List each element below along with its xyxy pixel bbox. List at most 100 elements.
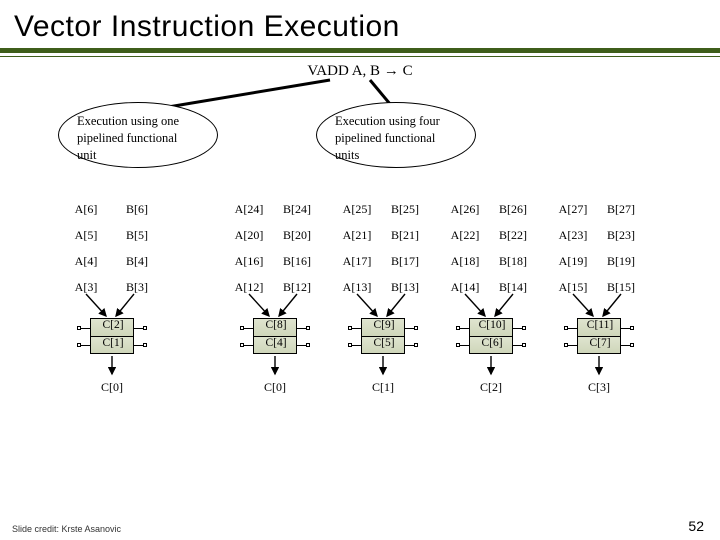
a-cell: A[14] (441, 280, 489, 295)
left-out-label: C[0] (84, 380, 140, 395)
r2-out-arrow (463, 356, 519, 380)
a-cell: A[6] (62, 202, 110, 217)
r2-row0: A[26]B[26] (441, 202, 537, 217)
pipe-stage: C[5] (361, 336, 405, 354)
r1-row1: A[21]B[21] (333, 228, 429, 243)
a-cell: A[24] (225, 202, 273, 217)
b-cell: B[20] (273, 228, 321, 243)
pipeline-3: C[11] C[7] (571, 318, 627, 354)
pipe-stage: C[4] (253, 336, 297, 354)
a-cell: A[18] (441, 254, 489, 269)
r0-row3: A[12]B[12] (225, 280, 321, 295)
b-cell: B[16] (273, 254, 321, 269)
b-cell: B[4] (113, 254, 161, 269)
r3-in-arrows (549, 294, 659, 320)
pipeline-single: C[2] C[1] (84, 318, 140, 354)
slide-title: Vector Instruction Execution (0, 0, 720, 48)
pipe-stage: C[2] (90, 318, 134, 336)
stage-label: C[2] (91, 319, 135, 331)
b-cell: B[22] (489, 228, 537, 243)
page-number: 52 (688, 518, 704, 534)
b-cell: B[13] (381, 280, 429, 295)
b-cell: B[6] (113, 202, 161, 217)
a-cell: A[20] (225, 228, 273, 243)
a-cell: A[22] (441, 228, 489, 243)
a-cell: A[3] (62, 280, 110, 295)
r2-in-arrows (441, 294, 551, 320)
r2-out: C[2] (463, 380, 519, 395)
a-cell: A[27] (549, 202, 597, 217)
stage-label: C[6] (470, 337, 514, 349)
r0-out: C[0] (247, 380, 303, 395)
pipeline-1: C[9] C[5] (355, 318, 411, 354)
b-cell: B[17] (381, 254, 429, 269)
pipe-stage: C[10] (469, 318, 513, 336)
rule-thick (0, 48, 720, 53)
r2-row1: A[22]B[22] (441, 228, 537, 243)
r2-row3: A[14]B[14] (441, 280, 537, 295)
bubble-four-pipe: Execution using four pipelined functiona… (316, 102, 476, 168)
r1-row0: A[25]B[25] (333, 202, 429, 217)
rule-thin (0, 56, 720, 57)
b-cell: B[21] (381, 228, 429, 243)
b-cell: B[15] (597, 280, 645, 295)
r1-out-arrow (355, 356, 411, 380)
a-cell: A[26] (441, 202, 489, 217)
b-cell: B[3] (113, 280, 161, 295)
r0-row1: A[20]B[20] (225, 228, 321, 243)
r3-row3: A[15]B[15] (549, 280, 645, 295)
r3-row1: A[23]B[23] (549, 228, 645, 243)
r3-out-arrow (571, 356, 627, 380)
pipe-stage: C[1] (90, 336, 134, 354)
a-cell: A[21] (333, 228, 381, 243)
r0-in-arrows (225, 294, 335, 320)
r0-row2: A[16]B[16] (225, 254, 321, 269)
stage-label: C[7] (578, 337, 622, 349)
left-out-arrow (84, 356, 140, 380)
slide-credit: Slide credit: Krste Asanovic (12, 524, 121, 534)
pipe-stage: C[8] (253, 318, 297, 336)
r3-out: C[3] (571, 380, 627, 395)
stage-label: C[11] (578, 319, 622, 331)
b-cell: B[14] (489, 280, 537, 295)
stage-label: C[8] (254, 319, 298, 331)
left-row-0: A[6] B[6] (62, 202, 161, 217)
r0-out-arrow (247, 356, 303, 380)
r3-row0: A[27]B[27] (549, 202, 645, 217)
a-cell: A[12] (225, 280, 273, 295)
pipe-stage: C[9] (361, 318, 405, 336)
stage-label: C[9] (362, 319, 406, 331)
r1-out: C[1] (355, 380, 411, 395)
pipe-stage: C[11] (577, 318, 621, 336)
b-cell: B[26] (489, 202, 537, 217)
a-cell: A[5] (62, 228, 110, 243)
r0-row0: A[24]B[24] (225, 202, 321, 217)
stage-label: C[10] (470, 319, 514, 331)
left-row-3: A[3] B[3] (62, 280, 161, 295)
b-cell: B[18] (489, 254, 537, 269)
left-input-arrows (62, 294, 172, 320)
pipe-stage: C[6] (469, 336, 513, 354)
r2-row2: A[18]B[18] (441, 254, 537, 269)
b-cell: B[25] (381, 202, 429, 217)
bubble-single-pipe: Execution using one pipelined functional… (58, 102, 218, 168)
left-row-1: A[5] B[5] (62, 228, 161, 243)
b-cell: B[12] (273, 280, 321, 295)
pipe-stage: C[7] (577, 336, 621, 354)
b-cell: B[24] (273, 202, 321, 217)
b-cell: B[19] (597, 254, 645, 269)
r1-in-arrows (333, 294, 443, 320)
b-cell: B[27] (597, 202, 645, 217)
stage-label: C[4] (254, 337, 298, 349)
left-row-2: A[4] B[4] (62, 254, 161, 269)
a-cell: A[17] (333, 254, 381, 269)
a-cell: A[25] (333, 202, 381, 217)
instruction-text: VADD A, B → C (0, 63, 720, 80)
r1-row2: A[17]B[17] (333, 254, 429, 269)
pipeline-0: C[8] C[4] (247, 318, 303, 354)
pipeline-2: C[10] C[6] (463, 318, 519, 354)
b-cell: B[23] (597, 228, 645, 243)
a-cell: A[4] (62, 254, 110, 269)
a-cell: A[13] (333, 280, 381, 295)
diagram-canvas: Execution using one pipelined functional… (0, 80, 720, 510)
